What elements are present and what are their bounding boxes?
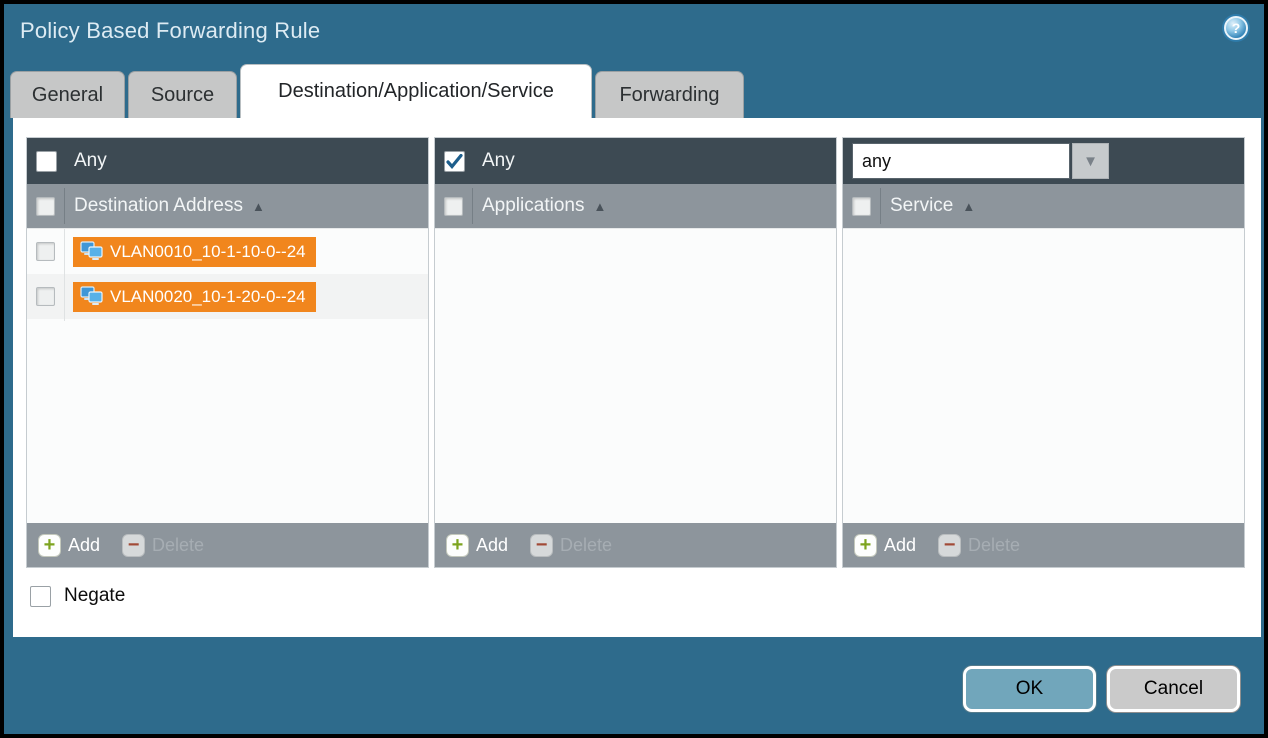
applications-delete-button[interactable]: − Delete	[530, 534, 612, 557]
destination-any-checkbox[interactable]	[36, 151, 57, 172]
column-separator	[64, 188, 65, 224]
delete-minus-icon: −	[530, 534, 553, 557]
delete-minus-icon: −	[122, 534, 145, 557]
service-dropdown-bar: any ▼	[843, 138, 1244, 184]
add-plus-icon: +	[854, 534, 877, 557]
service-mode-dropdown[interactable]: any ▼	[852, 143, 1109, 179]
destination-row-checkbox[interactable]	[36, 287, 55, 306]
applications-panel: Any Applications ▲ + Add − Delete	[434, 137, 837, 568]
destination-any-bar: Any	[27, 138, 428, 184]
ok-button[interactable]: OK	[963, 666, 1096, 712]
checkmark-icon	[446, 154, 463, 169]
destination-row-checkbox[interactable]	[36, 242, 55, 261]
checkbox-column-separator	[64, 229, 65, 321]
service-list	[843, 228, 1244, 523]
applications-column-label[interactable]: Applications	[482, 195, 584, 217]
applications-column-header: Applications ▲	[435, 184, 836, 228]
applications-select-all-checkbox[interactable]	[444, 197, 463, 216]
applications-list	[435, 228, 836, 523]
destination-column-header: Destination Address ▲	[27, 184, 428, 228]
column-separator	[880, 188, 881, 224]
delete-minus-icon: −	[938, 534, 961, 557]
sort-ascending-icon[interactable]: ▲	[962, 199, 975, 214]
tab-source[interactable]: Source	[128, 71, 237, 118]
service-dropdown-value[interactable]: any	[852, 143, 1070, 179]
destination-column-label[interactable]: Destination Address	[74, 195, 243, 217]
applications-toolbar: + Add − Delete	[435, 523, 836, 567]
address-object-name: VLAN0020_10-1-20-0--24	[110, 287, 306, 307]
address-object-badge[interactable]: VLAN0010_10-1-10-0--24	[73, 237, 316, 267]
service-add-button[interactable]: + Add	[854, 534, 916, 557]
dropdown-arrow-icon[interactable]: ▼	[1072, 143, 1109, 179]
applications-any-checkbox[interactable]	[444, 151, 465, 172]
destination-any-label: Any	[74, 150, 107, 172]
address-object-name: VLAN0010_10-1-10-0--24	[110, 242, 306, 262]
column-separator	[472, 188, 473, 224]
destination-select-all-checkbox[interactable]	[36, 197, 55, 216]
applications-any-label: Any	[482, 150, 515, 172]
address-object-badge[interactable]: VLAN0020_10-1-20-0--24	[73, 282, 316, 312]
network-address-icon	[80, 241, 103, 262]
destination-add-button[interactable]: + Add	[38, 534, 100, 557]
destination-toolbar: + Add − Delete	[27, 523, 428, 567]
tab-forwarding[interactable]: Forwarding	[595, 71, 744, 118]
destination-address-list: VLAN0010_10-1-10-0--24 VLAN0020_10-1-20-…	[27, 228, 428, 523]
destination-address-panel: Any Destination Address ▲	[26, 137, 429, 568]
tab-bar: General Source Destination/Application/S…	[10, 64, 744, 118]
policy-based-forwarding-rule-dialog: Policy Based Forwarding Rule ? General S…	[0, 0, 1268, 738]
destination-delete-button[interactable]: − Delete	[122, 534, 204, 557]
service-toolbar: + Add − Delete	[843, 523, 1244, 567]
add-plus-icon: +	[446, 534, 469, 557]
applications-any-bar: Any	[435, 138, 836, 184]
negate-checkbox[interactable]	[30, 586, 51, 607]
tab-content: Any Destination Address ▲	[13, 118, 1261, 637]
service-panel: any ▼ Service ▲ + Add − Delete	[842, 137, 1245, 568]
add-plus-icon: +	[38, 534, 61, 557]
sort-ascending-icon[interactable]: ▲	[252, 199, 265, 214]
network-address-icon	[80, 286, 103, 307]
negate-label: Negate	[64, 585, 125, 607]
tab-general[interactable]: General	[10, 71, 125, 118]
negate-option: Negate	[30, 585, 125, 607]
service-column-label[interactable]: Service	[890, 195, 953, 217]
service-delete-button[interactable]: − Delete	[938, 534, 1020, 557]
sort-ascending-icon[interactable]: ▲	[593, 199, 606, 214]
service-select-all-checkbox[interactable]	[852, 197, 871, 216]
dialog-title: Policy Based Forwarding Rule	[20, 18, 320, 44]
tab-destination-application-service[interactable]: Destination/Application/Service	[240, 64, 592, 118]
service-column-header: Service ▲	[843, 184, 1244, 228]
applications-add-button[interactable]: + Add	[446, 534, 508, 557]
destination-row[interactable]: VLAN0020_10-1-20-0--24	[27, 274, 428, 319]
help-icon[interactable]: ?	[1222, 14, 1250, 42]
cancel-button[interactable]: Cancel	[1107, 666, 1240, 712]
destination-row[interactable]: VLAN0010_10-1-10-0--24	[27, 229, 428, 274]
